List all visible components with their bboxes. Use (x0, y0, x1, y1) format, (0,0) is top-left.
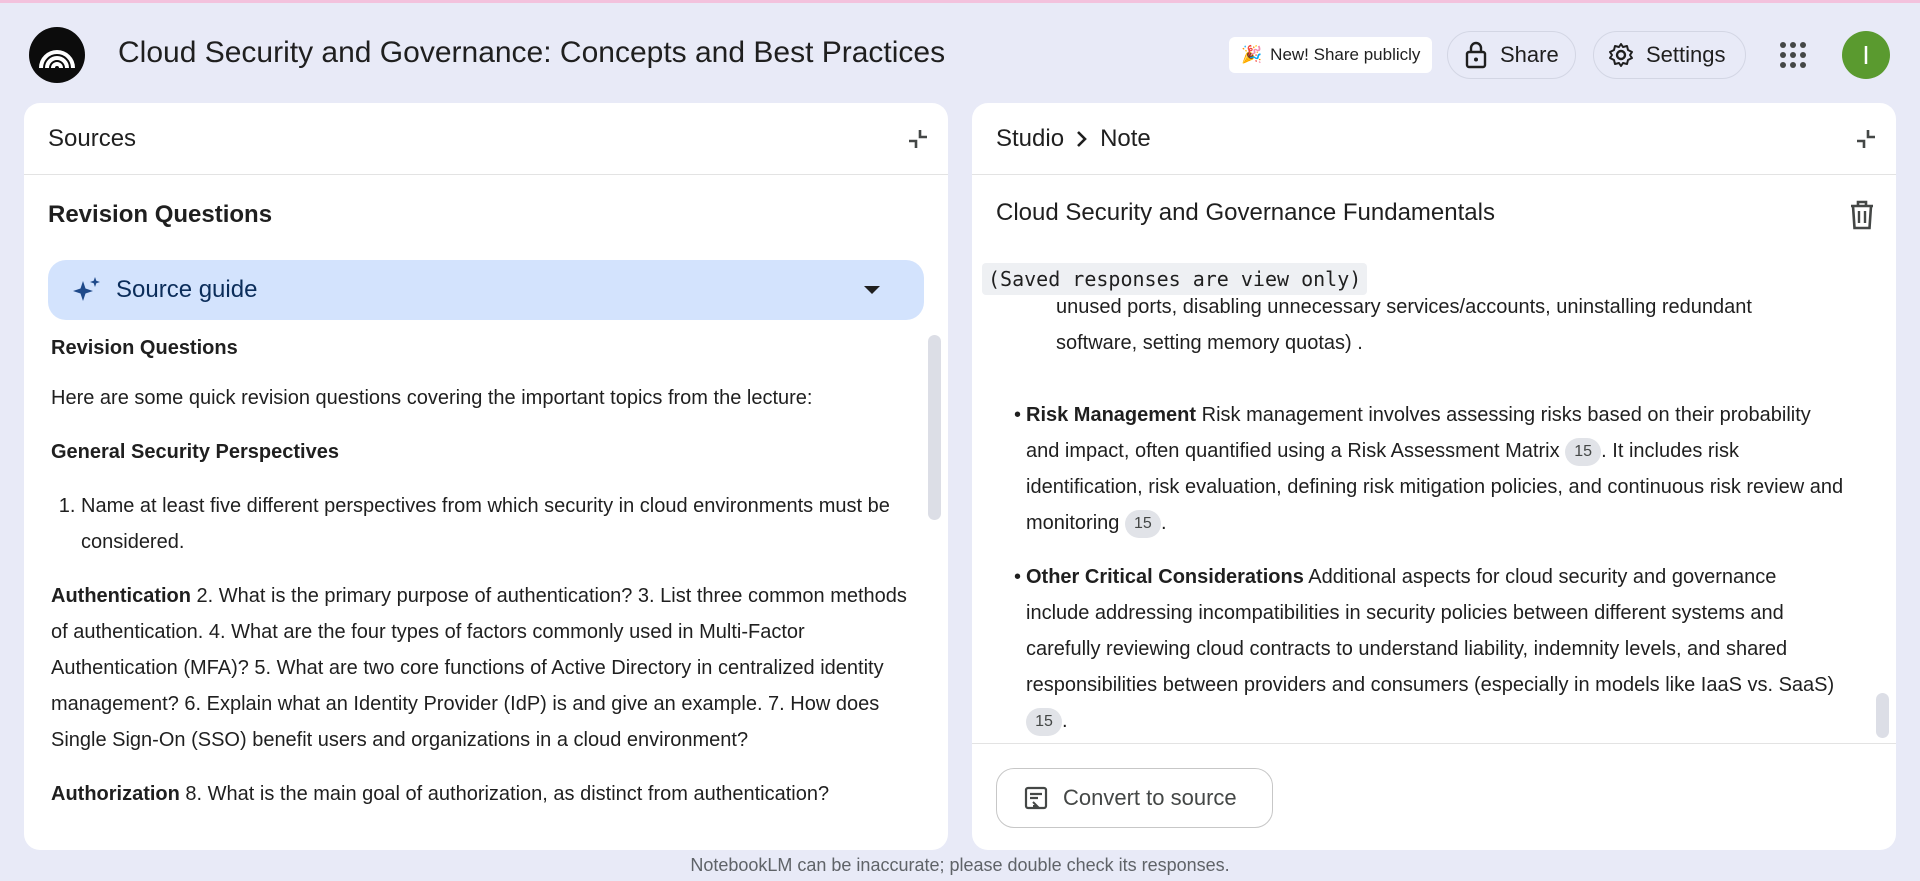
note-footer: Convert to source (972, 743, 1896, 850)
collapse-icon[interactable] (906, 127, 930, 151)
studio-panel: Studio Note Cloud Security and Governanc… (972, 103, 1896, 850)
risk-text: . (1160, 512, 1167, 534)
note-content: unused ports, disabling unnecessary serv… (972, 253, 1896, 743)
content-intro: Here are some quick revision questions c… (51, 387, 813, 409)
breadcrumb-studio[interactable]: Studio (996, 125, 1064, 153)
convert-label: Convert to source (1063, 785, 1237, 810)
party-popper-icon: 🎉 (1241, 45, 1263, 64)
risk-label: Risk Management (1026, 404, 1197, 426)
source-content: Revision Questions Here are some quick r… (51, 328, 919, 850)
auth-label: Authentication (51, 585, 191, 607)
list-item: Other Critical Considerations Additional… (1014, 559, 1844, 739)
auth-text: 2. What is the primary purpose of authen… (51, 585, 907, 751)
source-guide-label: Source guide (116, 276, 258, 303)
authz-text: 8. What is the main goal of authorizatio… (179, 783, 830, 805)
convert-note-icon (1024, 786, 1048, 810)
list-item: Risk Management Risk management involves… (1014, 397, 1844, 541)
note-title: Cloud Security and Governance Fundamenta… (996, 199, 1495, 226)
apps-grid-icon[interactable] (1778, 40, 1808, 70)
note-fragment: unused ports, disabling unnecessary serv… (1056, 296, 1752, 354)
scrollbar[interactable] (928, 335, 941, 520)
source-heading: Revision Questions (48, 201, 273, 228)
other-text: . (1062, 710, 1068, 732)
citation-chip[interactable]: 15 (1026, 708, 1062, 736)
share-label: Share (1500, 42, 1559, 67)
share-button[interactable]: Share (1447, 31, 1576, 79)
sources-panel: Sources Revision Questions Source guide … (24, 103, 948, 850)
citation-chip[interactable]: 15 (1124, 510, 1161, 538)
section-title: General Security Perspectives (51, 441, 339, 463)
disclaimer-text: NotebookLM can be inaccurate; please dou… (690, 855, 1230, 875)
studio-panel-header: Studio Note (972, 103, 1896, 175)
chevron-right-icon (1077, 130, 1087, 147)
source-guide-toggle[interactable]: Source guide (48, 260, 924, 320)
convert-to-source-button[interactable]: Convert to source (996, 768, 1273, 828)
gear-icon (1609, 43, 1633, 67)
scrollbar[interactable] (1876, 693, 1889, 738)
breadcrumb-note: Note (1100, 124, 1151, 152)
collapse-icon[interactable] (1854, 127, 1878, 151)
authz-paragraph: Authorization 8. What is the main goal o… (51, 776, 919, 812)
share-publicly-button[interactable]: 🎉 New! Share publicly (1229, 37, 1433, 73)
question-list: Name at least five different perspective… (81, 488, 919, 560)
notebook-title[interactable]: Cloud Security and Governance: Concepts … (118, 36, 945, 70)
settings-button[interactable]: Settings (1593, 31, 1746, 79)
notebooklm-logo-icon[interactable] (29, 27, 85, 83)
authz-label: Authorization (51, 783, 180, 805)
lock-icon (1465, 41, 1487, 69)
view-only-notice: (Saved responses are view only) (982, 263, 1368, 295)
share-publicly-label: New! Share publicly (1270, 45, 1421, 64)
citation-chip[interactable]: 15 (1565, 438, 1602, 466)
avatar[interactable]: I (1842, 31, 1890, 79)
settings-label: Settings (1646, 42, 1726, 67)
list-item: Name at least five different perspective… (81, 488, 919, 560)
sources-title: Sources (48, 124, 137, 152)
dropdown-caret-icon (864, 286, 880, 294)
auth-paragraph: Authentication 2. What is the primary pu… (51, 578, 919, 758)
sources-panel-header: Sources (24, 103, 948, 175)
trash-icon[interactable] (1848, 199, 1876, 231)
top-header: Cloud Security and Governance: Concepts … (0, 3, 1920, 103)
sparkle-icon (73, 277, 100, 301)
other-label: Other Critical Considerations (1026, 566, 1304, 588)
content-title: Revision Questions (51, 337, 238, 359)
